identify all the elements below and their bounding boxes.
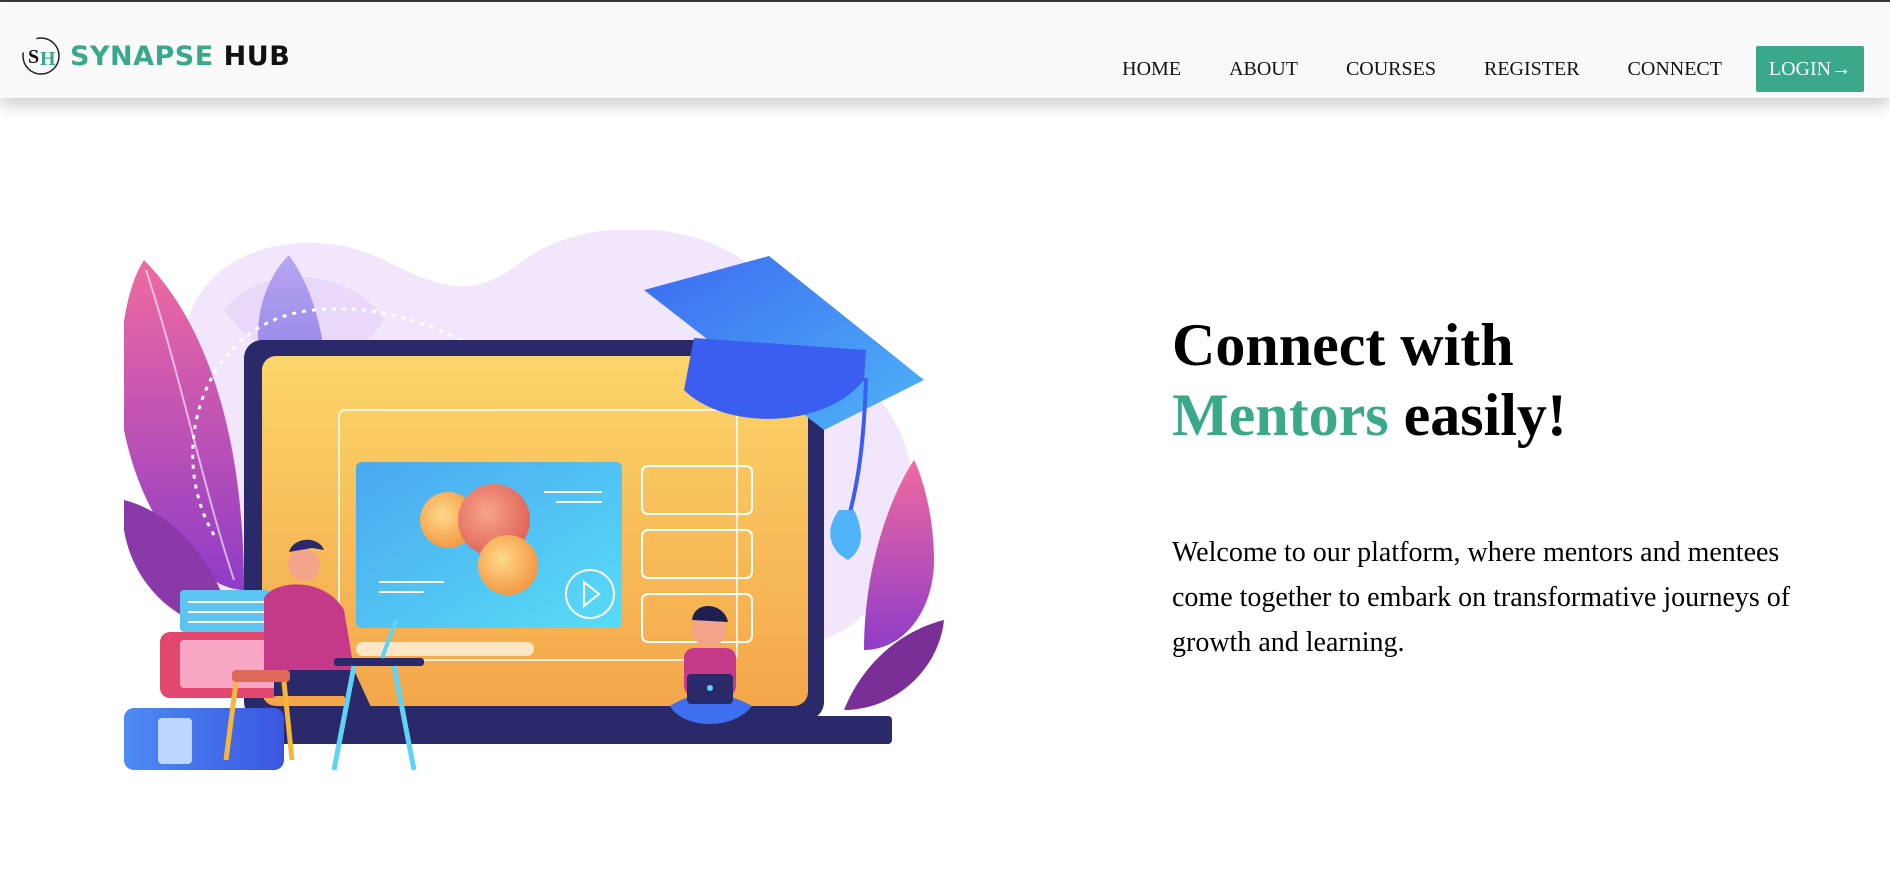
nav-register-link[interactable]: REGISTER bbox=[1484, 58, 1580, 81]
nav-links: HOME ABOUT COURSES REGISTER CONNECT LOGI… bbox=[1122, 46, 1864, 92]
headline-rest: easily! bbox=[1388, 382, 1567, 448]
nav-connect-link[interactable]: CONNECT bbox=[1628, 58, 1722, 81]
brand-name-part1: SYNAPSE bbox=[70, 40, 214, 72]
hero-text: Connect with Mentors easily! Welcome to … bbox=[1172, 310, 1822, 665]
headline-accent-word: Mentors bbox=[1172, 382, 1389, 448]
brand-name: SYNAPSE HUB bbox=[70, 41, 290, 72]
login-button[interactable]: LOGIN→ bbox=[1756, 46, 1864, 92]
hero-headline: Connect with Mentors easily! bbox=[1172, 310, 1822, 450]
brand-name-part2: HUB bbox=[223, 40, 291, 72]
nav-courses-link[interactable]: COURSES bbox=[1346, 58, 1436, 81]
headline-line1: Connect with bbox=[1172, 312, 1514, 378]
brand[interactable]: S H SYNAPSE HUB bbox=[20, 34, 290, 78]
hero-description: Welcome to our platform, where mentors a… bbox=[1172, 537, 1791, 658]
svg-text:H: H bbox=[40, 48, 56, 70]
synapse-hub-logo-icon: S H bbox=[22, 37, 60, 75]
nav-home-link[interactable]: HOME bbox=[1122, 58, 1181, 81]
svg-text:S: S bbox=[28, 46, 39, 68]
nav-about-link[interactable]: ABOUT bbox=[1229, 58, 1298, 81]
navbar: S H SYNAPSE HUB HOME ABOUT COURSES REGIST… bbox=[0, 2, 1890, 98]
online-learning-illustration bbox=[124, 230, 944, 771]
